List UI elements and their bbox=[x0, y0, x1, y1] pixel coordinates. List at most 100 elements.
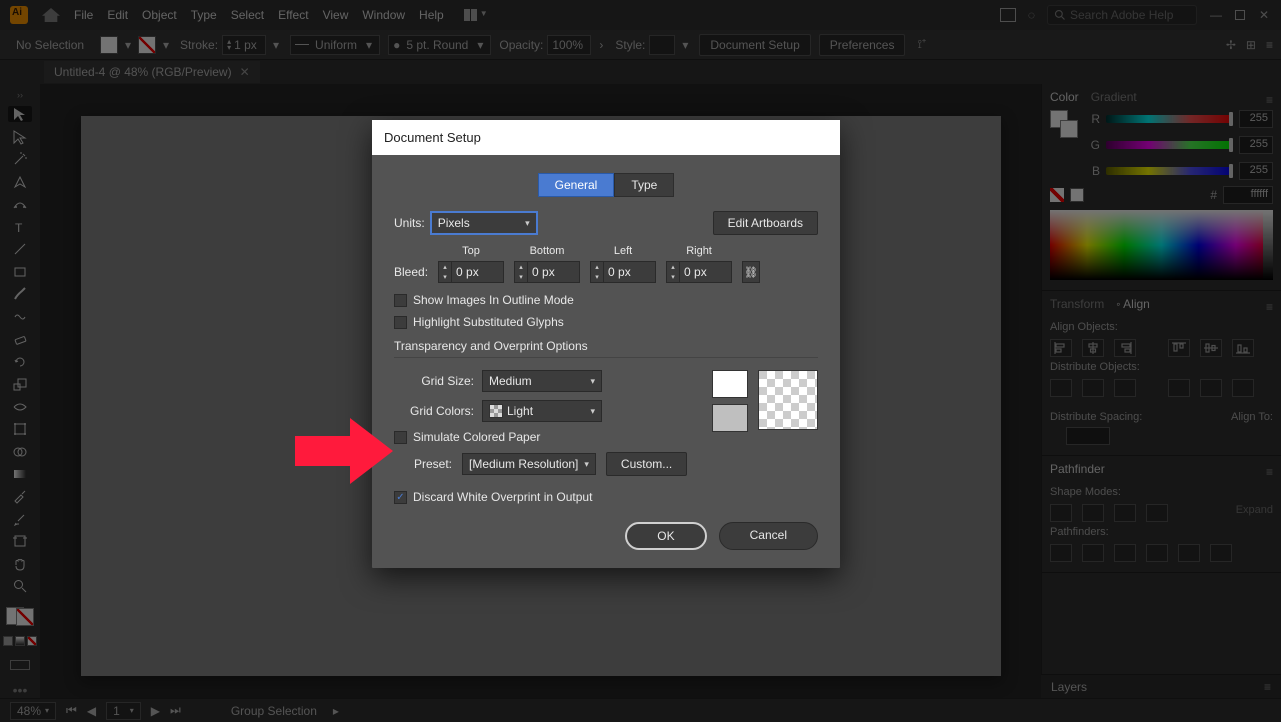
artboard-nav-field[interactable]: 1▾ bbox=[106, 702, 141, 720]
edit-artboards-button[interactable]: Edit Artboards bbox=[713, 211, 818, 235]
stroke-dropdown-icon[interactable]: ▾ bbox=[160, 38, 172, 52]
arrange-docs-icon[interactable] bbox=[1000, 8, 1016, 22]
outline-images-checkbox[interactable] bbox=[394, 294, 407, 307]
color-tab[interactable]: Color bbox=[1050, 90, 1079, 104]
eraser-tool-icon[interactable] bbox=[8, 331, 32, 347]
panel-fill-stroke-swatch[interactable] bbox=[1050, 110, 1078, 138]
rectangle-tool-icon[interactable] bbox=[8, 263, 32, 279]
hand-tool-icon[interactable] bbox=[8, 556, 32, 572]
panel-menu-icon[interactable]: ≡ bbox=[1266, 465, 1273, 479]
transform-icon[interactable]: ✢ bbox=[1226, 38, 1236, 52]
exclude-icon[interactable] bbox=[1146, 504, 1168, 522]
divide-icon[interactable] bbox=[1050, 544, 1072, 562]
free-transform-tool-icon[interactable] bbox=[8, 421, 32, 437]
menu-object[interactable]: Object bbox=[142, 8, 177, 22]
brush-tool-icon[interactable] bbox=[8, 286, 32, 302]
screen-mode-icon[interactable] bbox=[10, 660, 30, 670]
menu-type[interactable]: Type bbox=[191, 8, 217, 22]
pen-tool-icon[interactable] bbox=[8, 173, 32, 189]
align-top-icon[interactable] bbox=[1168, 339, 1190, 357]
white-swatch-icon[interactable] bbox=[1070, 188, 1084, 202]
fill-dropdown-icon[interactable]: ▾ bbox=[122, 38, 134, 52]
symbol-sprayer-tool-icon[interactable] bbox=[8, 511, 32, 527]
menu-window[interactable]: Window bbox=[362, 8, 405, 22]
direct-selection-tool-icon[interactable] bbox=[8, 128, 32, 144]
unite-icon[interactable] bbox=[1050, 504, 1072, 522]
align-vcenter-icon[interactable] bbox=[1200, 339, 1222, 357]
shaper-tool-icon[interactable] bbox=[8, 308, 32, 324]
align-tab[interactable]: ◦ Align bbox=[1116, 297, 1150, 311]
merge-icon[interactable] bbox=[1114, 544, 1136, 562]
align-left-icon[interactable] bbox=[1050, 339, 1072, 357]
width-tool-icon[interactable] bbox=[8, 398, 32, 414]
tab-general[interactable]: General bbox=[538, 173, 615, 197]
grid-color-white-swatch[interactable] bbox=[712, 370, 748, 398]
cancel-button[interactable]: Cancel bbox=[719, 522, 818, 550]
curvature-tool-icon[interactable] bbox=[8, 196, 32, 212]
stroke-weight-dropdown[interactable]: ▾ bbox=[270, 38, 282, 52]
scale-tool-icon[interactable] bbox=[8, 376, 32, 392]
menu-edit[interactable]: Edit bbox=[107, 8, 128, 22]
color-spectrum[interactable] bbox=[1050, 210, 1273, 280]
dist-vcenter-icon[interactable] bbox=[1082, 379, 1104, 397]
spacing-field[interactable] bbox=[1066, 427, 1110, 445]
style-field[interactable] bbox=[649, 35, 675, 55]
outline-icon[interactable] bbox=[1178, 544, 1200, 562]
layout-switcher-icon[interactable]: ▼ bbox=[464, 9, 488, 21]
opacity-dropdown[interactable]: › bbox=[595, 38, 607, 52]
color-mode-toggles[interactable] bbox=[3, 636, 37, 646]
zoom-tool-icon[interactable] bbox=[8, 578, 32, 594]
magic-wand-tool-icon[interactable] bbox=[8, 151, 32, 167]
minus-front-icon[interactable] bbox=[1082, 504, 1104, 522]
preferences-button[interactable]: Preferences bbox=[819, 34, 906, 56]
align-hcenter-icon[interactable] bbox=[1082, 339, 1104, 357]
tab-type[interactable]: Type bbox=[614, 173, 674, 197]
transform-tab[interactable]: Transform bbox=[1050, 297, 1104, 311]
window-minimize-icon[interactable]: — bbox=[1209, 8, 1223, 22]
grid-color-gray-swatch[interactable] bbox=[712, 404, 748, 432]
menu-file[interactable]: File bbox=[74, 8, 93, 22]
none-swatch-icon[interactable] bbox=[1050, 188, 1064, 202]
line-tool-icon[interactable] bbox=[8, 241, 32, 257]
artboard-tool-icon[interactable] bbox=[8, 533, 32, 549]
lightbulb-icon[interactable]: ◌ bbox=[1028, 8, 1035, 22]
bleed-top-field[interactable]: ▴▾0 px bbox=[438, 261, 504, 283]
opacity-field[interactable]: 100% bbox=[547, 35, 591, 55]
profile-field[interactable]: Uniform▾ bbox=[290, 35, 380, 55]
units-select[interactable]: Pixels▾ bbox=[431, 212, 537, 234]
discard-overprint-checkbox[interactable] bbox=[394, 491, 407, 504]
style-dropdown[interactable]: ▾ bbox=[679, 38, 691, 52]
g-slider[interactable] bbox=[1106, 141, 1233, 149]
grid-colors-select[interactable]: Light▾ bbox=[482, 400, 602, 422]
stroke-swatch[interactable] bbox=[138, 36, 156, 54]
menu-effect[interactable]: Effect bbox=[278, 8, 308, 22]
brush-field[interactable]: ●5 pt. Round▾ bbox=[388, 35, 491, 55]
grid-size-select[interactable]: Medium▾ bbox=[482, 370, 602, 392]
link-bleed-icon[interactable]: ⛓ bbox=[742, 261, 760, 283]
eyedropper-tool-icon[interactable] bbox=[8, 488, 32, 504]
stroke-weight-field[interactable]: ▴▾1 px bbox=[222, 35, 266, 55]
artboard-prev-icon[interactable]: ⏮ bbox=[66, 703, 77, 718]
expand-button[interactable]: Expand bbox=[1236, 504, 1273, 522]
selection-tool-icon[interactable] bbox=[8, 106, 32, 122]
highlight-glyphs-checkbox[interactable] bbox=[394, 316, 407, 329]
panel-menu-icon[interactable]: ≡ bbox=[1266, 300, 1273, 314]
hex-field[interactable]: ffffff bbox=[1223, 186, 1273, 204]
document-tab[interactable]: Untitled-4 @ 48% (RGB/Preview) ✕ bbox=[44, 61, 260, 83]
menu-help[interactable]: Help bbox=[419, 8, 444, 22]
custom-button[interactable]: Custom... bbox=[606, 452, 687, 476]
window-maximize-icon[interactable] bbox=[1235, 10, 1245, 20]
bleed-bottom-field[interactable]: ▴▾0 px bbox=[514, 261, 580, 283]
bleed-left-field[interactable]: ▴▾0 px bbox=[590, 261, 656, 283]
menu-view[interactable]: View bbox=[323, 8, 349, 22]
simulate-paper-checkbox[interactable] bbox=[394, 431, 407, 444]
crop-icon[interactable] bbox=[1146, 544, 1168, 562]
document-setup-button[interactable]: Document Setup bbox=[699, 34, 810, 56]
edit-toolbar-icon[interactable]: ••• bbox=[13, 682, 28, 698]
help-search-input[interactable]: Search Adobe Help bbox=[1047, 5, 1197, 25]
dist-left-icon[interactable] bbox=[1168, 379, 1190, 397]
minus-back-icon[interactable] bbox=[1210, 544, 1232, 562]
close-tab-icon[interactable]: ✕ bbox=[240, 65, 250, 79]
r-slider[interactable] bbox=[1106, 115, 1233, 123]
fill-swatch[interactable] bbox=[100, 36, 118, 54]
